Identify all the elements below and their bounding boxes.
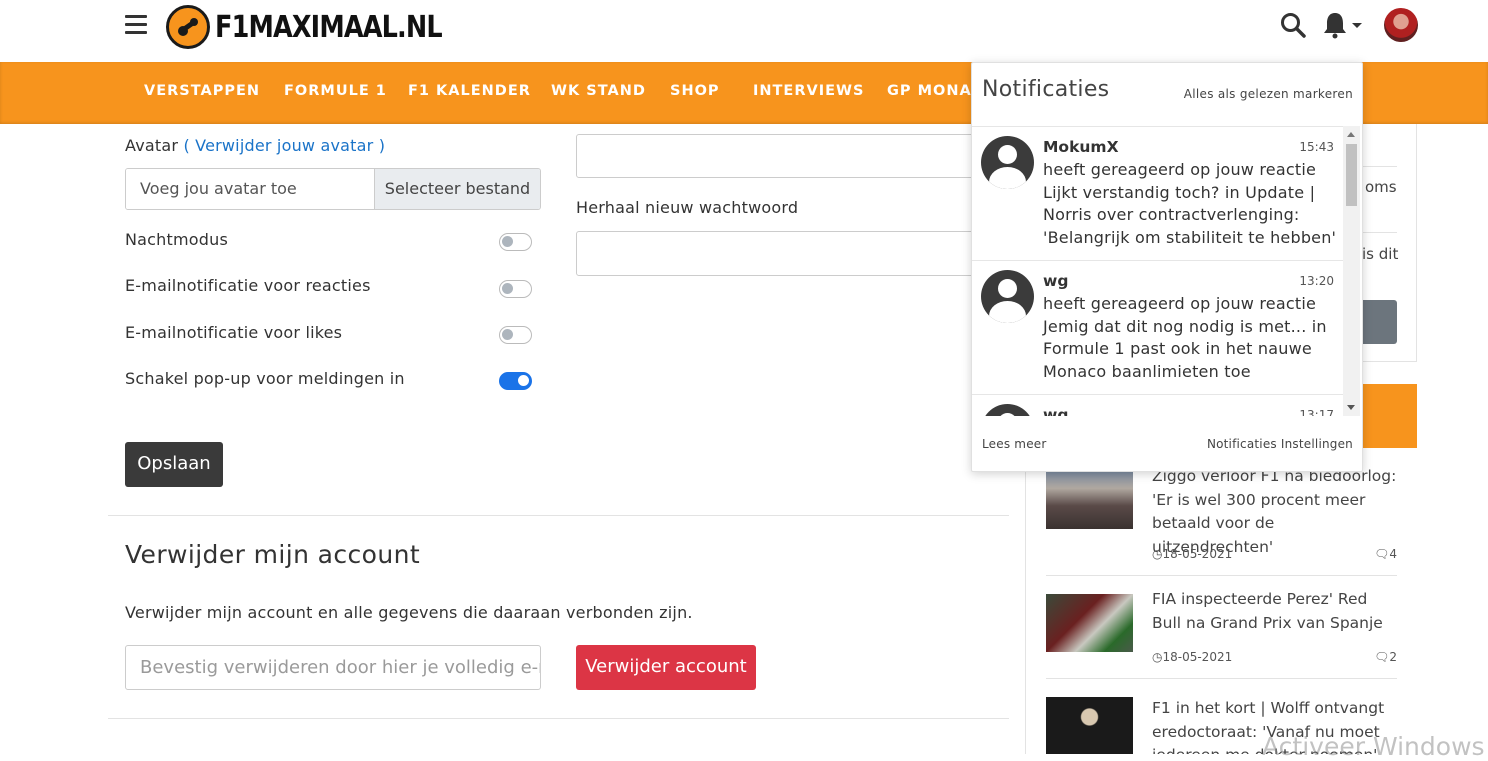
user-avatar[interactable] [1384,8,1418,42]
select-file-button[interactable]: Selecteer bestand [374,169,540,209]
save-button[interactable]: Opslaan [125,442,223,487]
clock-icon: ◷ [1152,547,1163,561]
nav-item-interviews[interactable]: INTERVIEWS [753,62,864,120]
top-icons [1278,8,1418,42]
divider [108,718,1009,719]
news-thumbnail[interactable] [1046,471,1133,529]
bell-icon[interactable] [1322,10,1366,40]
notification-item[interactable]: wg 13:17 [972,395,1343,416]
scroll-down-icon[interactable] [1347,405,1355,410]
notification-item[interactable]: wg 13:20 heeft gereageerd op jouw reacti… [972,261,1343,395]
confirm-email-input[interactable]: Bevestig verwijderen door hier je volled… [125,645,541,690]
notification-user: wg [1043,272,1069,290]
nav-item-verstappen[interactable]: VERSTAPPEN [144,62,260,120]
email-likes-toggle[interactable] [499,326,532,344]
delete-account-button[interactable]: Verwijder account [576,645,756,690]
nav-item-formule-1[interactable]: FORMULE 1 [284,62,387,120]
notification-settings-link[interactable]: Notificaties Instellingen [1207,437,1353,451]
notifications-scrollbar[interactable] [1343,126,1360,416]
notifications-dropdown: Notificaties Alles als gelezen markeren … [971,62,1363,472]
notifications-title: Notificaties [982,77,1110,102]
news-date: ◷18-05-2021 [1152,547,1233,561]
news-thumbnail[interactable] [1046,697,1133,754]
notification-user: wg [1043,406,1069,416]
delete-account-title: Verwijder mijn account [125,540,421,569]
toggle-label-nightmode: Nachtmodus [125,230,228,249]
scroll-thumb[interactable] [1346,144,1357,206]
divider [1046,575,1397,576]
menu-icon[interactable] [125,15,147,34]
notification-time: 13:20 [1299,274,1334,288]
nav-item-f1-kalender[interactable]: F1 KALENDER [408,62,531,120]
windows-activation-watermark: Activeer Windows [1262,732,1485,761]
news-item[interactable]: FIA inspecteerde Perez' Red Bull na Gran… [1046,590,1397,666]
notification-message: heeft gereageerd op jouw reactie Jemig d… [1043,294,1327,381]
user-avatar-icon [981,270,1034,323]
user-avatar-icon [981,136,1034,189]
toggle-label-email-likes: E-mailnotificatie voor likes [125,323,343,342]
notifications-list: MokumX 15:43 heeft gereageerd op jouw re… [972,126,1354,416]
news-item[interactable]: Ziggo verloor F1 na biedoorlog: 'Er is w… [1046,467,1397,561]
divider [1046,678,1397,679]
remove-avatar-link[interactable]: ( Verwijder jouw avatar ) [183,136,385,155]
news-title[interactable]: Ziggo verloor F1 na biedoorlog: 'Er is w… [1152,465,1397,559]
news-comments: 🗨2 [1374,650,1397,664]
notification-time: 13:17 [1299,408,1334,416]
comment-icon: 🗨 [1374,547,1390,561]
notification-time: 15:43 [1299,140,1334,154]
news-comments: 🗨4 [1374,547,1397,561]
divider [108,515,1009,516]
avatar-upload: Voeg jou avatar toe Selecteer bestand [125,168,541,210]
news-date: ◷18-05-2021 [1152,650,1233,664]
news-title[interactable]: FIA inspecteerde Perez' Red Bull na Gran… [1152,588,1397,635]
user-avatar-icon [981,404,1034,416]
toggle-label-email-reactions: E-mailnotificatie voor reacties [125,276,371,295]
read-more-link[interactable]: Lees meer [982,437,1047,451]
logo-text: F1MAXIMAAL.NL [215,9,443,45]
scroll-up-icon[interactable] [1347,132,1355,137]
comment-icon: 🗨 [1374,650,1390,664]
nav-item-shop[interactable]: SHOP [670,62,720,120]
nightmode-toggle[interactable] [499,233,532,251]
search-icon[interactable] [1278,10,1308,40]
avatar-label: Avatar [125,136,179,155]
top-bar: F1MAXIMAAL.NL [0,0,1488,62]
clock-icon: ◷ [1152,650,1163,664]
toggle-label-popup: Schakel pop-up voor meldingen in [125,369,405,388]
repeat-password-label: Herhaal nieuw wachtwoord [576,198,799,217]
notification-user: MokumX [1043,138,1119,156]
site-logo[interactable]: F1MAXIMAAL.NL [166,4,482,50]
new-password-input[interactable] [576,134,996,178]
logo-badge-icon [166,5,210,49]
sidebar-partial-text: is dit [1362,245,1399,263]
email-reactions-toggle[interactable] [499,280,532,298]
delete-account-description: Verwijder mijn account en alle gegevens … [125,603,693,622]
news-thumbnail[interactable] [1046,594,1133,652]
nav-item-wk-stand[interactable]: WK STAND [551,62,646,120]
avatar-label-row: Avatar ( Verwijder jouw avatar ) [125,136,385,155]
popup-toggle[interactable] [499,372,532,390]
avatar-file-input[interactable]: Voeg jou avatar toe [126,169,374,209]
repeat-password-input[interactable] [576,231,996,276]
notification-item[interactable]: MokumX 15:43 heeft gereageerd op jouw re… [972,127,1343,261]
mark-all-read-link[interactable]: Alles als gelezen markeren [1184,87,1353,101]
sidebar-partial-text: oms [1365,178,1397,196]
notification-message: heeft gereageerd op jouw reactie Lijkt v… [1043,160,1337,247]
